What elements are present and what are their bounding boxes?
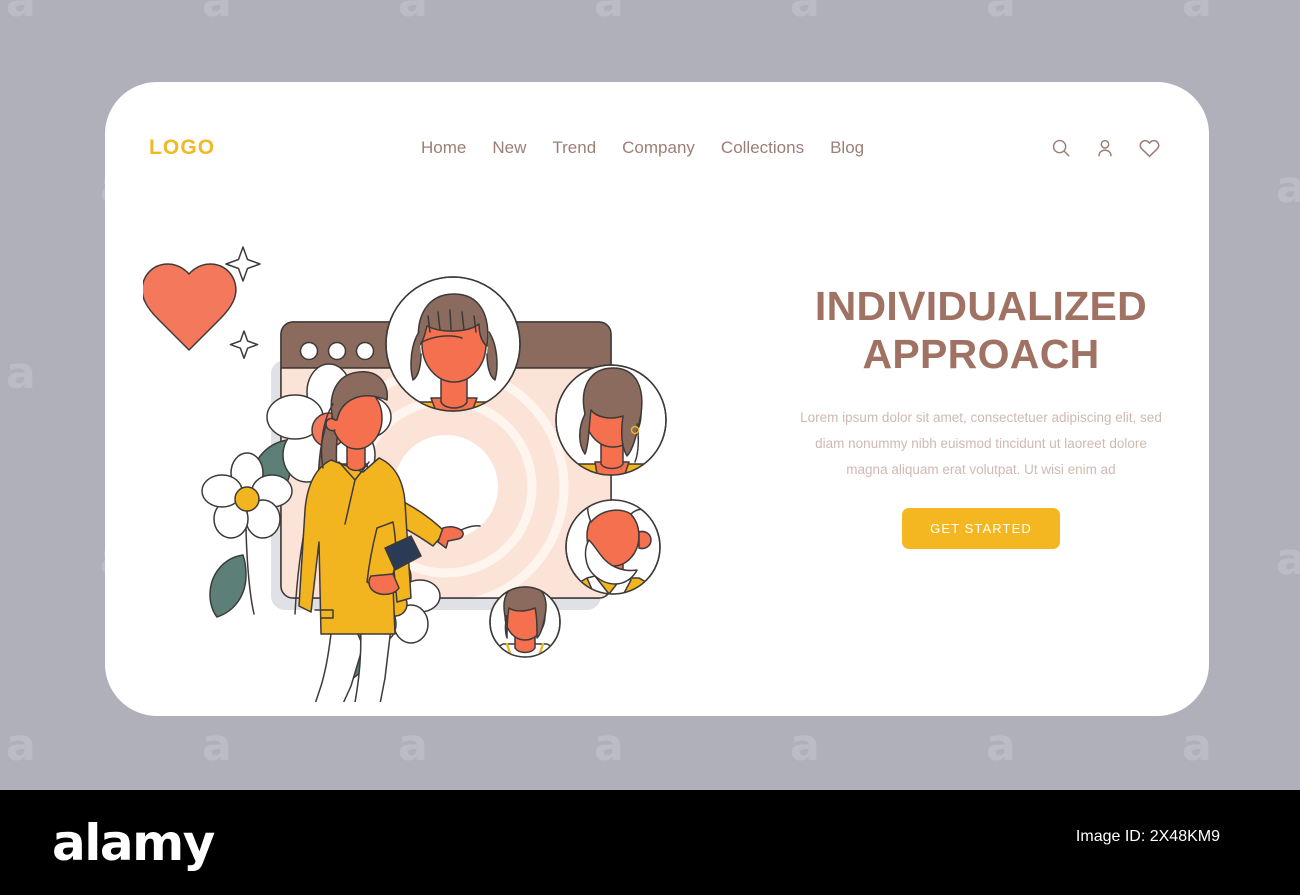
- page-title: INDIVIDUALIZED APPROACH: [775, 282, 1187, 379]
- headline-line-1: INDIVIDUALIZED: [814, 283, 1148, 329]
- watermark-glyph: a: [6, 0, 36, 27]
- nav-icon-group: [1050, 137, 1161, 160]
- get-started-button[interactable]: GET STARTED: [902, 508, 1060, 550]
- watermark-glyph: a: [594, 0, 624, 27]
- hero-illustration: [143, 192, 743, 702]
- image-id-label: Image ID: 2X48KM9: [1075, 828, 1220, 845]
- nav-link-home[interactable]: Home: [421, 138, 466, 158]
- watermark-glyph: a: [790, 0, 820, 27]
- watermark-glyph: a: [6, 720, 36, 771]
- watermark-glyph: a: [6, 348, 36, 399]
- watermark-glyph: a: [986, 0, 1016, 27]
- watermark-glyph: a: [986, 720, 1016, 771]
- watermark-glyph: a: [202, 720, 232, 771]
- watermark-glyph: a: [398, 0, 428, 27]
- watermark-glyph: a: [594, 720, 624, 771]
- nav-links: Home New Trend Company Collections Blog: [421, 138, 864, 158]
- watermark-glyph: a: [1182, 0, 1212, 27]
- top-navigation-bar: LOGO Home New Trend Company Collections …: [105, 128, 1209, 168]
- headline-line-2: APPROACH: [862, 331, 1100, 378]
- footer-bar: alamy Image ID: 2X48KM9: [0, 790, 1300, 895]
- landing-page-card: LOGO Home New Trend Company Collections …: [105, 82, 1209, 716]
- watermark-glyph: a: [790, 720, 820, 771]
- nav-link-trend[interactable]: Trend: [552, 138, 596, 158]
- search-icon[interactable]: [1050, 137, 1072, 159]
- nav-link-blog[interactable]: Blog: [830, 138, 864, 158]
- alamy-brand-logo: alamy: [52, 814, 215, 872]
- watermark-glyph: a: [202, 0, 232, 27]
- watermark-glyph: a: [398, 720, 428, 771]
- watermark-glyph: a: [1276, 534, 1300, 585]
- screenshot-stage: aaaaaaaaaaaaaaaaaaaaaaaaaaaaaaaaaaaaa LO…: [0, 0, 1300, 895]
- site-logo[interactable]: LOGO: [149, 136, 215, 160]
- watermark-glyph: a: [1182, 720, 1212, 771]
- cta-wrapper: GET STARTED: [775, 508, 1187, 550]
- nav-link-company[interactable]: Company: [622, 138, 695, 158]
- hero-body-text: Lorem ipsum dolor sit amet, consectetuer…: [800, 409, 1162, 477]
- user-icon[interactable]: [1094, 137, 1116, 159]
- hero-text-block: INDIVIDUALIZED APPROACH Lorem ipsum dolo…: [775, 282, 1187, 550]
- watermark-glyph: a: [1276, 162, 1300, 213]
- heart-icon[interactable]: [1138, 137, 1161, 160]
- nav-link-new[interactable]: New: [492, 138, 526, 158]
- nav-link-collections[interactable]: Collections: [721, 138, 804, 158]
